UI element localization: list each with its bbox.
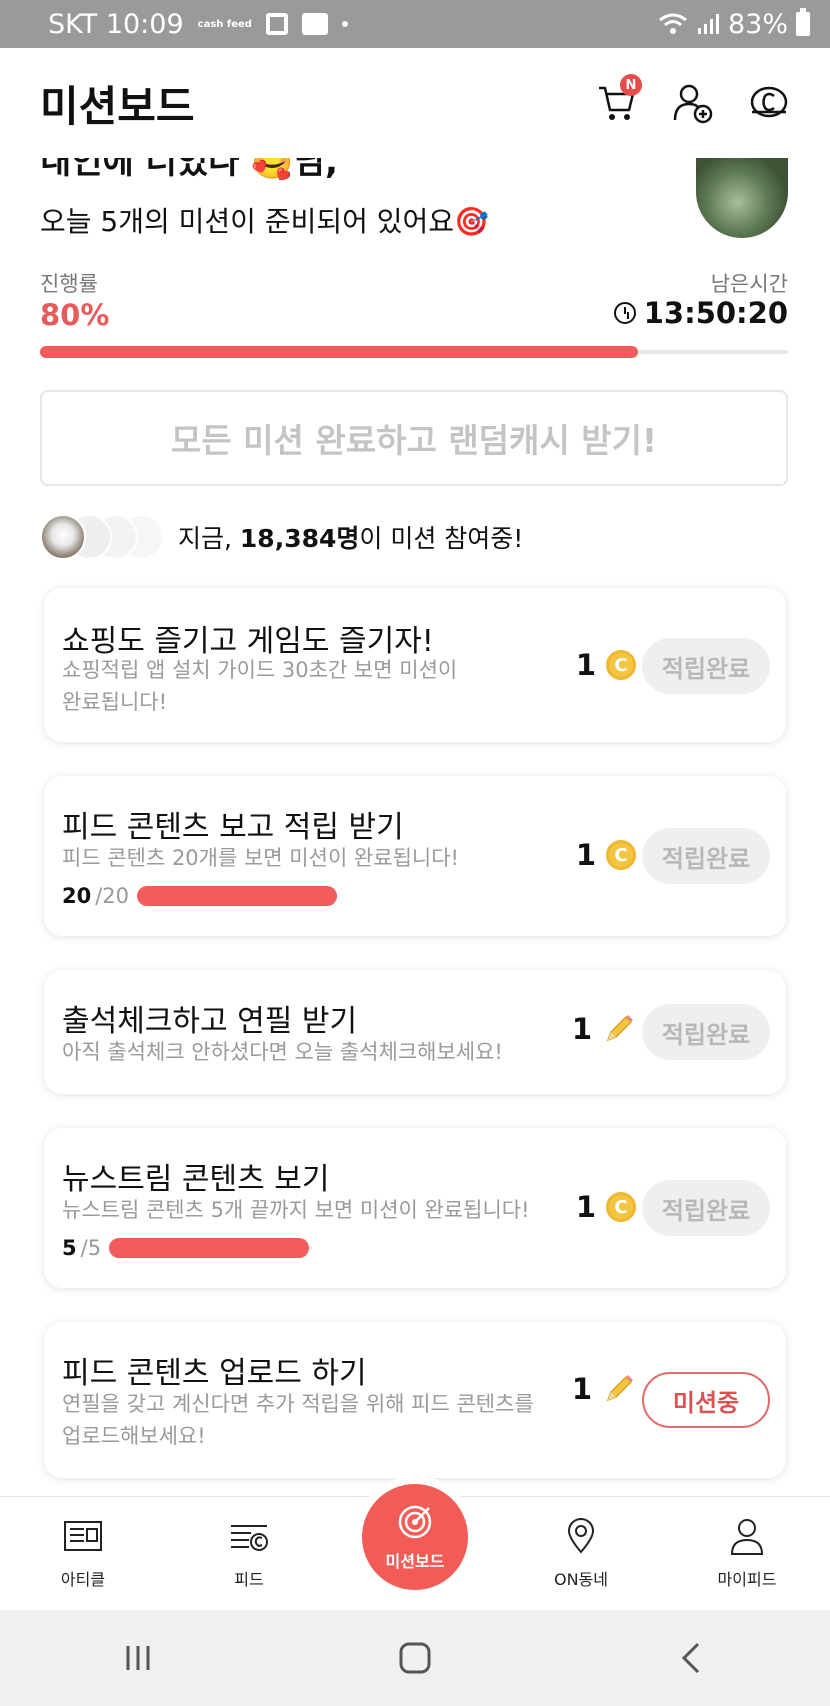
mission-card[interactable]: 피드 콘텐츠 보고 적립 받기 피드 콘텐츠 20개를 보면 미션이 완료됩니다… — [44, 776, 786, 936]
mission-progress: 5/5 — [62, 1236, 310, 1260]
reward-claimed-button[interactable]: 적립완료 — [642, 828, 770, 884]
progress-bar-fill — [40, 346, 639, 358]
app-header: 미션보드 N — [0, 48, 830, 158]
nav-feed[interactable]: 피드 — [179, 1516, 319, 1590]
participants-row: 지금, 18,384명이 미션 참여중! — [40, 514, 523, 560]
coin-icon: C — [606, 840, 636, 870]
mission-title: 출석체크하고 연필 받기 — [62, 1004, 358, 1039]
progress-label: 진행률 — [40, 272, 98, 296]
carrier-time: SKT 10:09 — [48, 8, 184, 40]
recent-apps-icon[interactable] — [118, 1638, 158, 1678]
mission-card[interactable]: 뉴스트림 콘텐츠 보기 뉴스트림 콘텐츠 5개 끝까지 보면 미션이 완료됩니다… — [44, 1128, 786, 1288]
nav-feed-label: 피드 — [234, 1569, 264, 1589]
mission-card[interactable]: 쇼핑도 즐기고 게임도 즐기자! 쇼핑적립 앱 설치 가이드 30초간 보면 미… — [44, 588, 786, 742]
target-icon — [398, 1505, 432, 1539]
coin-icon: C — [606, 1192, 636, 1222]
pencil-icon — [606, 1375, 633, 1402]
mission-progress: 20/20 — [62, 884, 338, 908]
mission-progress-bar — [109, 1238, 310, 1258]
mission-description: 연필을 갖고 계신다면 추가 적립을 위해 피드 콘텐츠를 업로드해보세요! — [62, 1392, 534, 1448]
home-icon[interactable] — [395, 1638, 435, 1678]
complete-all-missions-button[interactable]: 모든 미션 완료하고 랜덤캐시 받기! — [40, 390, 788, 486]
greeting-mission-count: 오늘 5개의 미션이 준비되어 있어요🎯 — [40, 205, 489, 238]
reward-claimed-button[interactable]: 적립완료 — [642, 638, 770, 694]
mission-reward: 1 — [572, 1372, 636, 1406]
progress-value: 80% — [40, 298, 110, 332]
battery-percent: 83% — [727, 8, 788, 40]
system-nav — [0, 1610, 830, 1706]
progress-bar — [40, 346, 788, 358]
remaining-time-label: 남은시간 — [710, 272, 788, 296]
wifi-icon — [659, 13, 687, 34]
nav-on-dongne-label: ON동네 — [553, 1569, 608, 1589]
status-bar: SKT 10:09 cash feed 83% — [0, 0, 830, 48]
page-title: 미션보드 — [40, 81, 195, 131]
notification-icon-2 — [301, 13, 328, 35]
mission-card[interactable]: 출석체크하고 연필 받기 아직 출석체크 안하셨다면 오늘 출석체크해보세요! … — [44, 970, 786, 1094]
mission-progress-bar — [137, 886, 338, 906]
reward-claimed-button[interactable]: 적립완료 — [642, 1180, 770, 1236]
profile-avatar[interactable] — [696, 158, 788, 238]
location-pin-icon — [567, 1517, 595, 1554]
nav-mypage-label: 마이피드 — [717, 1569, 777, 1589]
mission-title: 피드 콘텐츠 업로드 하기 — [62, 1356, 367, 1391]
mission-title: 피드 콘텐츠 보고 적립 받기 — [62, 810, 404, 845]
participant-avatar — [40, 514, 86, 560]
cart-new-badge: N — [620, 74, 642, 96]
more-notifications-dot-icon — [341, 21, 348, 27]
reward-claimed-button[interactable]: 적립완료 — [642, 1004, 770, 1060]
signal-icon — [697, 14, 719, 34]
mission-reward: 1 C — [576, 838, 636, 872]
mission-in-progress-button[interactable]: 미션중 — [642, 1372, 770, 1428]
cash-icon[interactable] — [748, 82, 790, 124]
coin-icon: C — [606, 650, 636, 680]
mission-description: 아직 출석체크 안하셨다면 오늘 출석체크해보세요! — [62, 1040, 503, 1064]
article-icon — [64, 1520, 102, 1551]
mission-reward: 1 C — [576, 1190, 636, 1224]
back-icon[interactable] — [672, 1638, 712, 1678]
clock-icon — [613, 302, 636, 324]
mission-title: 뉴스트림 콘텐츠 보기 — [62, 1162, 330, 1197]
add-friend-icon[interactable] — [672, 82, 714, 124]
nav-on-dongne[interactable]: ON동네 — [511, 1516, 651, 1590]
cart-icon[interactable]: N — [596, 74, 642, 124]
pencil-icon — [606, 1015, 633, 1042]
nav-article-label: 아티클 — [60, 1569, 106, 1589]
remaining-time-value: 13:50:20 — [643, 296, 788, 330]
battery-icon — [796, 8, 810, 36]
person-icon — [730, 1518, 764, 1555]
nav-article[interactable]: 아티클 — [13, 1516, 153, 1590]
nav-missionboard-label: 미션보드 — [385, 1552, 445, 1571]
nav-mypage[interactable]: 마이피드 — [677, 1516, 817, 1590]
nav-missionboard[interactable]: 미션보드 — [362, 1484, 468, 1590]
cashfeed-notification-icon: cash feed — [197, 18, 252, 30]
participant-count: 18,384명 — [239, 524, 360, 553]
remaining-time: 13:50:20 — [613, 296, 788, 330]
mission-description: 피드 콘텐츠 20개를 보면 미션이 완료됩니다! — [62, 846, 459, 870]
mission-description: 뉴스트림 콘텐츠 5개 끝까지 보면 미션이 완료됩니다! — [62, 1198, 530, 1222]
mission-description: 쇼핑적립 앱 설치 가이드 30초간 보면 미션이 완료됩니다! — [62, 658, 458, 714]
mission-reward: 1 C — [576, 648, 636, 682]
mission-card[interactable]: 피드 콘텐츠 업로드 하기 연필을 갖고 계신다면 추가 적립을 위해 피드 콘… — [44, 1322, 786, 1478]
mission-reward: 1 — [572, 1012, 636, 1046]
notification-icon — [265, 13, 288, 35]
feed-icon — [231, 1524, 268, 1551]
participants-text: 지금, 18,384명이 미션 참여중! — [178, 524, 524, 553]
